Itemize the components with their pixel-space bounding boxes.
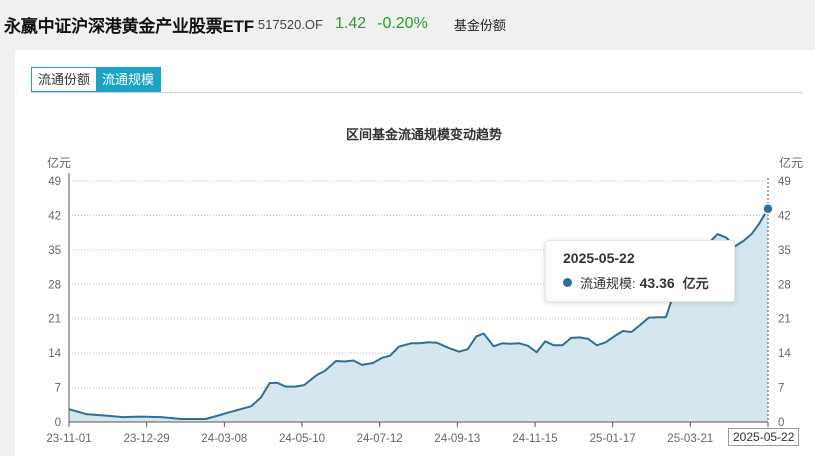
x-tick-label: 23-12-29 [124, 433, 170, 445]
tooltip-unit: 亿元 [682, 276, 709, 291]
x-tick-label: 24-03-08 [201, 433, 247, 445]
y-tick-label-right: 35 [778, 245, 791, 257]
x-tick-label: 24-07-12 [357, 433, 403, 445]
y-tick-label-left: 49 [48, 176, 61, 188]
tooltip-row: 流通规模: 43.36 亿元 [563, 273, 734, 292]
y-tick-label-right: 42 [778, 210, 791, 222]
y-tick-label-left: 0 [55, 417, 61, 429]
y-unit-left: 亿元 [47, 155, 71, 170]
tooltip-value: 43.36 [639, 274, 675, 291]
scale-trend-chart[interactable]: 区间基金流通规模变动趋势 亿元 亿元 0 7 14 21 28 35 42 49 0 7 14 21… [0, 0, 815, 456]
y-tick-label-right: 7 [778, 383, 784, 395]
crosshair-date-label: 2025-05-22 [728, 428, 800, 446]
series-marker-icon [563, 278, 572, 287]
y-tick-label-right: 21 [778, 314, 791, 326]
data-tooltip: 2025-05-22 流通规模: 43.36 亿元 [545, 240, 735, 302]
y-ticks-right: 07142128354249 [778, 176, 791, 429]
x-tick-label: 24-11-15 [512, 433, 557, 445]
tooltip-series-label: 流通规模: [580, 276, 636, 291]
chart-title: 区间基金流通规模变动趋势 [346, 127, 502, 142]
tooltip-date: 2025-05-22 [563, 250, 635, 266]
y-tick-label-left: 14 [48, 348, 61, 360]
x-ticks: 23-11-01 23-12-29 24-03-08 24-05-10 24-07-12… [46, 433, 791, 445]
y-tick-label-right: 14 [778, 348, 791, 360]
x-tick-label: 23-11-01 [46, 433, 91, 445]
y-ticks-left: 0 7 14 21 28 35 42 49 [48, 176, 61, 429]
hover-point-marker [762, 202, 774, 215]
x-tick-label: 24-09-13 [434, 433, 480, 445]
y-tick-label-left: 21 [48, 314, 61, 326]
x-tick-label: 24-05-10 [279, 433, 325, 445]
y-tick-label-left: 28 [48, 279, 61, 291]
y-tick-label-right: 28 [778, 279, 791, 291]
x-tick-label: 25-01-17 [590, 433, 636, 445]
y-tick-label-right: 49 [778, 176, 791, 188]
y-tick-label-left: 42 [48, 210, 61, 222]
y-unit-right: 亿元 [779, 155, 803, 170]
y-tick-label-left: 7 [55, 383, 61, 395]
y-tick-label-left: 35 [48, 245, 61, 257]
x-tick-label: 25-03-21 [667, 433, 713, 445]
